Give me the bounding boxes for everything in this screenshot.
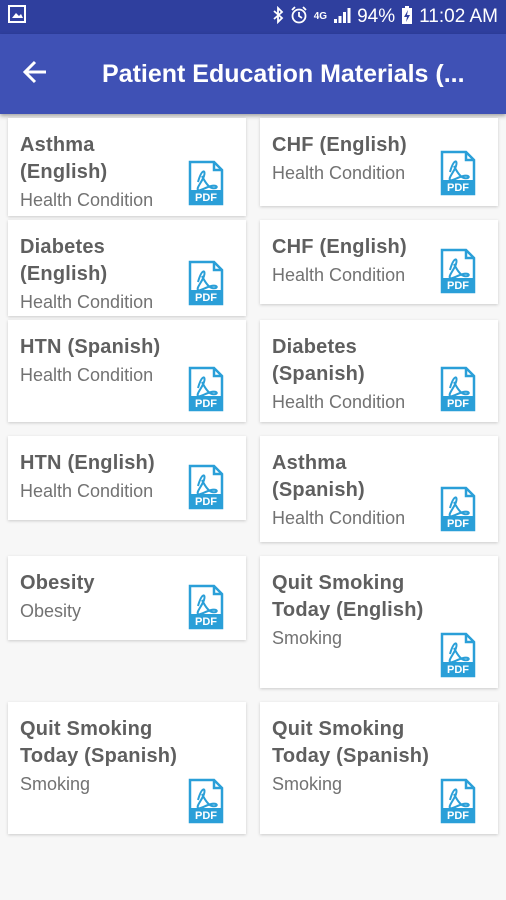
pdf-icon[interactable]: PDF bbox=[440, 366, 476, 412]
status-bar: 4G 94% 11:02 AM bbox=[0, 0, 506, 34]
material-card[interactable]: CHF (English) Health Condition PDF bbox=[260, 118, 498, 206]
material-title: Obesity bbox=[20, 572, 95, 594]
gallery-notification-icon bbox=[8, 5, 26, 29]
pdf-label: PDF bbox=[447, 398, 469, 410]
material-card[interactable]: Asthma (Spanish) Health Condition PDF bbox=[260, 436, 498, 542]
bluetooth-icon bbox=[272, 5, 284, 28]
material-card[interactable]: Quit Smoking Today (English) Smoking PDF bbox=[260, 556, 498, 688]
alarm-icon bbox=[290, 6, 308, 28]
pdf-icon[interactable]: PDF bbox=[188, 778, 224, 824]
battery-charging-icon bbox=[401, 5, 413, 29]
pdf-icon[interactable]: PDF bbox=[188, 260, 224, 306]
pdf-label: PDF bbox=[447, 280, 469, 292]
pdf-icon[interactable]: PDF bbox=[440, 150, 476, 196]
pdf-label: PDF bbox=[195, 616, 217, 628]
material-card[interactable]: Quit Smoking Today (Spanish) Smoking PDF bbox=[260, 702, 498, 834]
material-card[interactable]: Diabetes (Spanish) Health Condition PDF bbox=[260, 320, 498, 422]
material-card[interactable]: HTN (English) Health Condition PDF bbox=[8, 436, 246, 520]
material-title: Quit Smoking Today (English) bbox=[272, 572, 424, 621]
pdf-label: PDF bbox=[447, 182, 469, 194]
pdf-label: PDF bbox=[195, 192, 217, 204]
material-card[interactable]: Asthma (English) Health Condition PDF bbox=[8, 118, 246, 216]
material-title: CHF (English) bbox=[272, 236, 407, 258]
page-title: Patient Education Materials (... bbox=[102, 59, 465, 88]
network-type: 4G bbox=[313, 11, 328, 22]
material-title: Asthma (Spanish) bbox=[272, 452, 365, 501]
material-title: Diabetes (Spanish) bbox=[272, 336, 365, 385]
signal-icon bbox=[333, 6, 351, 28]
material-title: Quit Smoking Today (Spanish) bbox=[20, 718, 178, 767]
pdf-label: PDF bbox=[447, 810, 469, 822]
battery-percent: 94% bbox=[357, 6, 396, 27]
pdf-label: PDF bbox=[195, 398, 217, 410]
material-title: Quit Smoking Today (Spanish) bbox=[272, 718, 430, 767]
material-title: Diabetes (English) bbox=[20, 236, 108, 285]
pdf-icon[interactable]: PDF bbox=[440, 632, 476, 678]
back-button[interactable] bbox=[0, 34, 70, 114]
material-title: HTN (English) bbox=[20, 452, 155, 474]
pdf-label: PDF bbox=[195, 496, 217, 508]
pdf-icon[interactable]: PDF bbox=[188, 584, 224, 630]
material-card[interactable]: Obesity Obesity PDF bbox=[8, 556, 246, 640]
pdf-icon[interactable]: PDF bbox=[188, 464, 224, 510]
material-title: HTN (Spanish) bbox=[20, 336, 161, 358]
pdf-label: PDF bbox=[447, 664, 469, 676]
app-bar: Patient Education Materials (... bbox=[0, 34, 506, 114]
pdf-icon[interactable]: PDF bbox=[188, 160, 224, 206]
material-card[interactable]: CHF (English) Health Condition PDF bbox=[260, 220, 498, 304]
material-title: CHF (English) bbox=[272, 134, 407, 156]
material-card[interactable]: HTN (Spanish) Health Condition PDF bbox=[8, 320, 246, 422]
pdf-icon[interactable]: PDF bbox=[188, 366, 224, 412]
clock: 11:02 AM bbox=[419, 6, 498, 27]
pdf-icon[interactable]: PDF bbox=[440, 486, 476, 532]
pdf-label: PDF bbox=[447, 518, 469, 530]
pdf-label: PDF bbox=[195, 292, 217, 304]
material-card[interactable]: Diabetes (English) Health Condition PDF bbox=[8, 220, 246, 316]
pdf-icon[interactable]: PDF bbox=[440, 248, 476, 294]
material-card[interactable]: Quit Smoking Today (Spanish) Smoking PDF bbox=[8, 702, 246, 834]
arrow-back-icon bbox=[22, 59, 48, 90]
material-title: Asthma (English) bbox=[20, 134, 108, 183]
pdf-icon[interactable]: PDF bbox=[440, 778, 476, 824]
pdf-label: PDF bbox=[195, 810, 217, 822]
